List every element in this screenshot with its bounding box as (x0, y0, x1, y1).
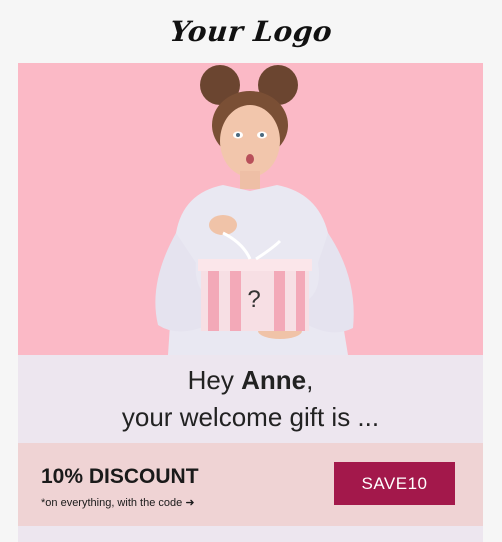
discount-note-text: *on everything, with the code (41, 497, 183, 509)
discount-offer: 10% DISCOUNT *on everything, with the co… (18, 443, 483, 526)
greeting-section: Hey Anne, your welcome gift is ... (18, 355, 483, 443)
gift-question-mark: ? (247, 286, 260, 313)
arrow-right-icon: ➜ (185, 497, 195, 509)
salutation: Hey (187, 365, 234, 395)
discount-title: 10% DISCOUNT (41, 465, 199, 488)
header: Your Logo (0, 0, 502, 63)
email-page: Your Logo ? Hey Anne, your welcome gift … (0, 0, 502, 542)
discount-note: *on everything, with the code ➜ (41, 496, 195, 509)
greeting-line-1: Hey Anne, (18, 365, 483, 396)
hero-image: ? (18, 63, 483, 355)
woman-with-gift-illustration: ? (18, 63, 483, 355)
greeting-punctuation: , (306, 365, 314, 395)
email-card: ? Hey Anne, your welcome gift is ... 10%… (18, 63, 483, 542)
greeting-line-2: your welcome gift is ... (121, 402, 380, 432)
discount-code-button[interactable]: SAVE10 (334, 462, 455, 505)
footer-strip (18, 526, 483, 542)
brand-logo[interactable]: Your Logo (168, 15, 334, 48)
recipient-name: Anne (241, 365, 307, 395)
